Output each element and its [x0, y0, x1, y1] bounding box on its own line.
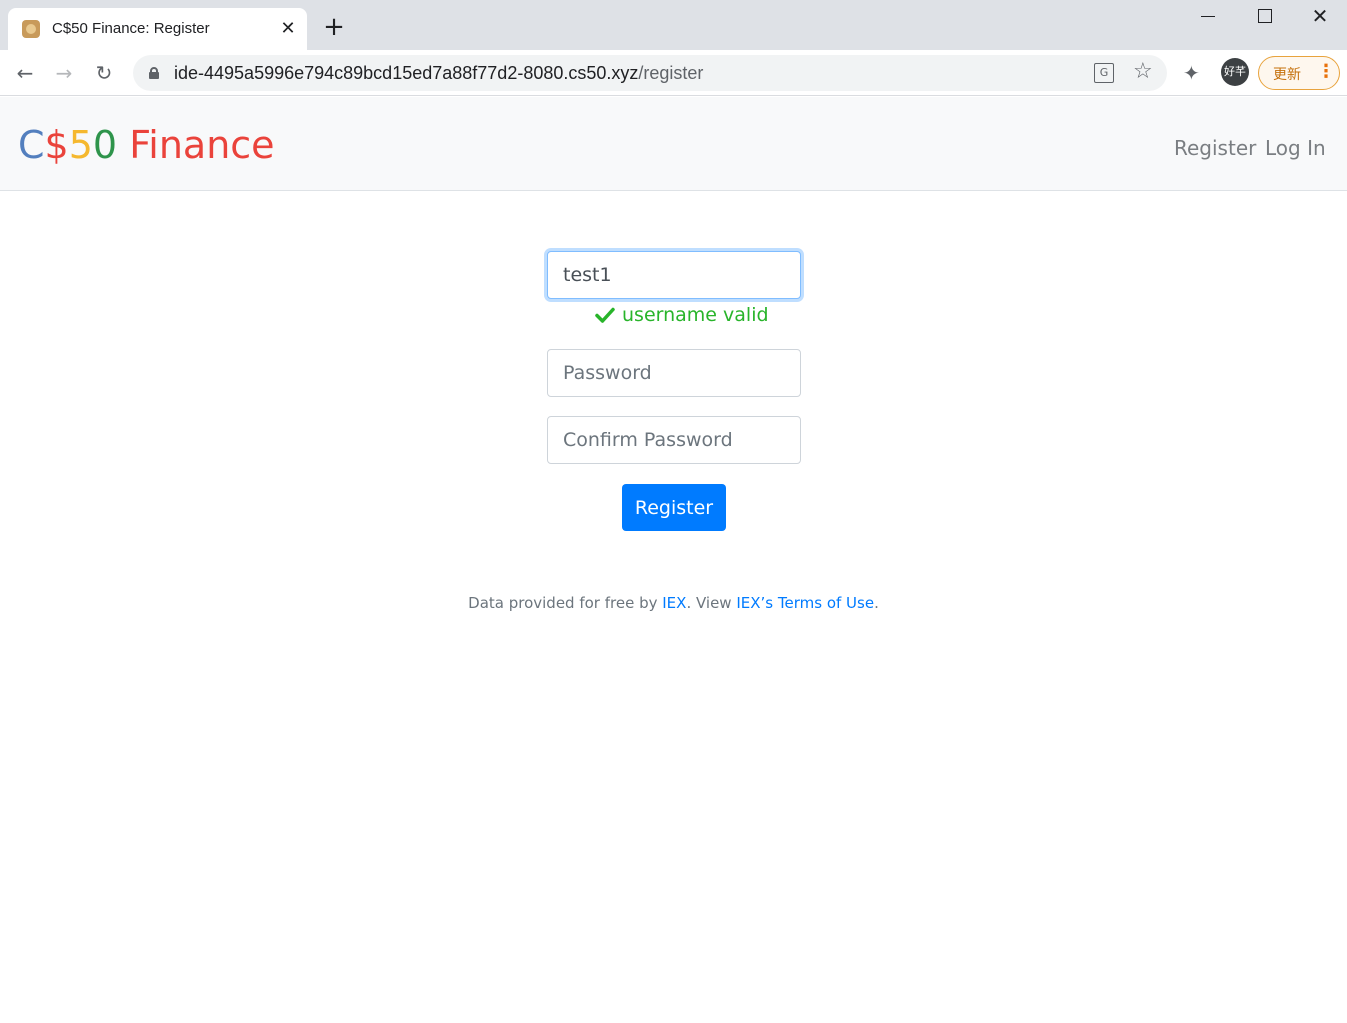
username-status-text: username valid [622, 304, 769, 326]
nav-login-link[interactable]: Log In [1265, 136, 1326, 160]
close-window-icon[interactable]: ✕ [1292, 0, 1347, 32]
menu-dots-icon[interactable]: ⋮ [1317, 61, 1335, 82]
close-tab-icon[interactable]: ✕ [278, 18, 298, 38]
brand-part: Finance [117, 123, 275, 167]
url-host: ide-4495a5996e794c89bcd15ed7a88f77d2-808… [174, 63, 639, 83]
brand-part: 5 [68, 123, 93, 167]
footer-middle: . View [686, 594, 737, 612]
brand-logo[interactable]: C$50 Finance [18, 123, 275, 167]
update-label: 更新 [1273, 67, 1301, 83]
password-input[interactable] [547, 349, 801, 397]
profile-avatar[interactable]: 好芊 [1221, 58, 1249, 86]
forward-arrow-icon[interactable]: → [51, 60, 77, 86]
favicon-icon [22, 20, 40, 38]
url-text[interactable]: ide-4495a5996e794c89bcd15ed7a88f77d2-808… [174, 63, 703, 84]
maximize-window-icon[interactable] [1236, 0, 1292, 32]
new-tab-icon[interactable]: + [320, 14, 348, 42]
url-path: /register [638, 63, 704, 83]
back-arrow-icon[interactable]: ← [12, 60, 38, 86]
lock-icon[interactable] [149, 67, 159, 79]
extensions-puzzle-icon[interactable]: ✦ [1183, 61, 1200, 85]
reload-icon[interactable]: ↻ [91, 60, 117, 86]
register-button[interactable]: Register [622, 484, 726, 531]
iex-terms-link[interactable]: IEX’s Terms of Use [736, 594, 874, 612]
translate-icon[interactable]: G [1094, 63, 1114, 83]
minimize-window-icon[interactable] [1180, 0, 1236, 32]
address-bar[interactable]: ide-4495a5996e794c89bcd15ed7a88f77d2-808… [133, 55, 1167, 91]
browser-tab[interactable]: C$50 Finance: Register ✕ [8, 8, 307, 50]
footer-suffix: . [874, 594, 879, 612]
tab-title: C$50 Finance: Register [52, 20, 210, 37]
brand-part: 0 [92, 123, 118, 167]
checkmark-icon [595, 307, 615, 323]
footer-attribution: Data provided for free by IEX. View IEX’… [0, 594, 1347, 612]
brand-part: C [18, 123, 45, 167]
footer-prefix: Data provided for free by [468, 594, 663, 612]
confirm-password-input[interactable] [547, 416, 801, 464]
bookmark-star-icon[interactable]: ☆ [1133, 59, 1153, 84]
browser-tabstrip: C$50 Finance: Register ✕ + ✕ [0, 0, 1347, 50]
browser-toolbar: ← → ↻ ide-4495a5996e794c89bcd15ed7a88f77… [0, 50, 1347, 96]
username-input[interactable] [547, 251, 801, 299]
nav-register-link[interactable]: Register [1174, 136, 1256, 160]
iex-link[interactable]: IEX [662, 594, 686, 612]
browser-update-button[interactable]: 更新 ⋮ [1258, 56, 1340, 90]
brand-part: $ [44, 123, 69, 167]
site-navbar: C$50 Finance Register Log In [0, 97, 1347, 191]
